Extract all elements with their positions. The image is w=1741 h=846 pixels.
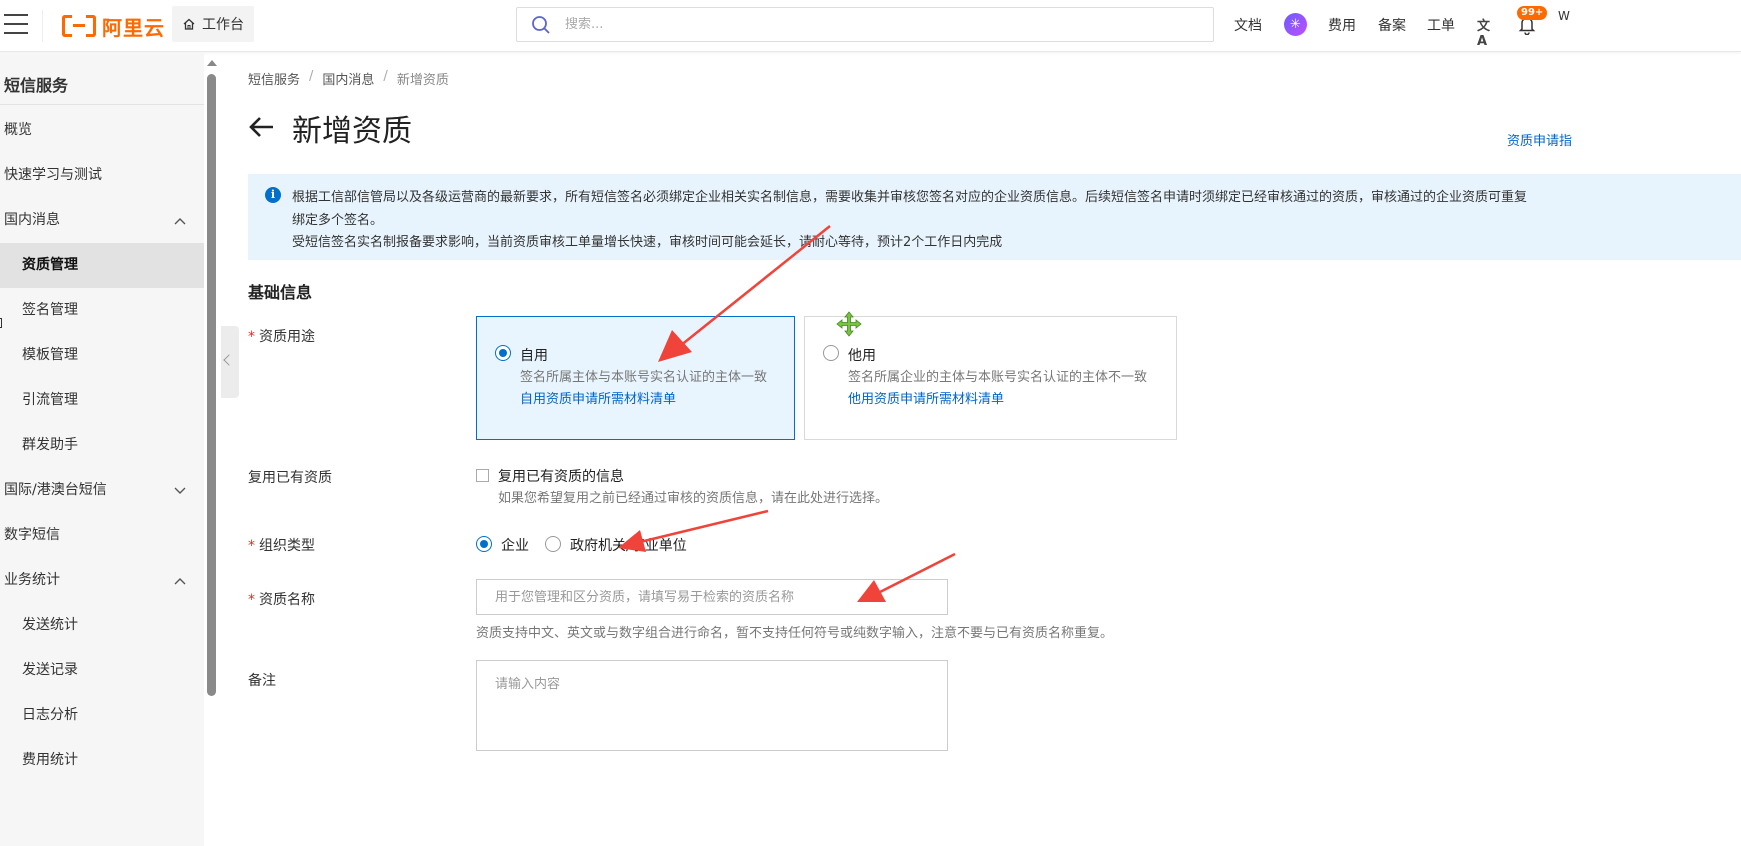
qualification-name-hint: 资质支持中文、英文或与数字组合进行命名，暂不支持任何符号或纯数字输入，注意不要与… [476, 626, 1114, 641]
sidebar-item-quick-start[interactable]: 快速学习与测试 [0, 153, 204, 198]
sidebar-item-bulk-send-assistant[interactable]: 群发助手 [0, 423, 204, 468]
org-type-label: * 组织类型 [248, 538, 315, 554]
nav-ticket-link[interactable]: 工单 [1427, 0, 1455, 50]
back-arrow-icon[interactable] [246, 112, 276, 142]
aliyun-logo-mark-icon [62, 15, 96, 37]
sidebar-item-label: 国内消息 [4, 212, 60, 228]
sidebar: 短信服务 概览 快速学习与测试 国内消息 资质管理 签名管理 模板管理 引流管理… [0, 52, 204, 846]
section-title-basic-info: 基础信息 [248, 283, 313, 302]
sidebar-divider [0, 104, 204, 105]
sidebar-item-label: 国际/港澳台短信 [4, 482, 107, 498]
usage-other-materials-link[interactable]: 他用资质申请所需材料清单 [848, 388, 1004, 407]
sidebar-item-send-records[interactable]: 发送记录 [0, 648, 204, 693]
sidebar-item-traffic-management[interactable]: 引流管理 [0, 378, 204, 423]
remark-textarea[interactable] [476, 660, 948, 751]
qualification-name-label: * 资质名称 [248, 592, 315, 608]
brand-name: 阿里云 [102, 15, 165, 40]
reuse-checkbox[interactable] [476, 469, 489, 482]
sidebar-item-overview[interactable]: 概览 [0, 108, 204, 153]
usage-other-radio[interactable] [823, 345, 839, 361]
sidebar-item-signature-management[interactable]: 签名管理 [0, 288, 204, 333]
workbench-button[interactable]: 工作台 [172, 6, 254, 42]
usage-other-desc: 签名所属企业的主体与本账号实名认证的主体不一致 [848, 370, 1148, 385]
usage-option-self-card[interactable]: 自用 签名所属主体与本账号实名认证的主体一致 自用资质申请所需材料清单 [476, 316, 795, 440]
top-bar: 阿里云 工作台 文档 ✳ 费用 备案 工单 文A 99+ W [0, 0, 1741, 52]
chevron-up-icon [174, 218, 186, 225]
info-icon: i [265, 187, 281, 203]
usage-self-title: 自用 [520, 348, 548, 364]
org-type-government-label[interactable]: 政府机关/事业单位 [570, 535, 687, 555]
search-icon[interactable] [531, 15, 551, 35]
required-asterisk: * [248, 538, 255, 554]
usage-self-materials-link[interactable]: 自用资质申请所需材料清单 [520, 388, 676, 407]
org-type-enterprise-radio[interactable] [476, 536, 492, 552]
hamburger-menu-icon[interactable] [4, 14, 30, 36]
language-translate-icon[interactable]: 文A [1477, 15, 1497, 49]
required-asterisk: * [248, 329, 255, 345]
ai-assistant-icon[interactable]: ✳ [1284, 13, 1307, 36]
nav-filing-link[interactable]: 备案 [1378, 0, 1406, 50]
search-input[interactable] [565, 17, 1165, 32]
qualification-name-input[interactable] [476, 579, 948, 615]
qualification-guide-link[interactable]: 资质申请指 [1507, 130, 1572, 149]
info-notice: i 根据工信部信管局以及各级运营商的最新要求，所有短信签名必须绑定企业相关实名制… [248, 174, 1741, 260]
notice-line-2: 绑定多个签名。 [292, 213, 384, 228]
reuse-hint: 如果您希望复用之前已经通过审核的资质信息，请在此处进行选择。 [498, 491, 889, 506]
sidebar-item-cost-statistics[interactable]: 费用统计 [0, 738, 204, 783]
window-edge-mark [0, 318, 2, 328]
required-asterisk: * [248, 592, 255, 608]
aliyun-logo[interactable]: 阿里云 [62, 13, 165, 40]
sidebar-item-domestic-messages[interactable]: 国内消息 [0, 198, 204, 243]
global-search[interactable] [516, 7, 1214, 42]
workbench-label: 工作台 [202, 17, 244, 33]
chevron-down-icon [174, 487, 186, 494]
org-type-enterprise-label[interactable]: 企业 [501, 535, 529, 555]
user-account-menu[interactable]: W [1558, 9, 1570, 23]
nav-fees-link[interactable]: 费用 [1328, 0, 1356, 50]
breadcrumb-current: 新增资质 [396, 73, 449, 88]
breadcrumb-separator: / [383, 69, 388, 84]
home-icon [183, 18, 195, 30]
move-cursor-icon [836, 311, 862, 337]
reuse-label: 复用已有资质 [248, 470, 332, 486]
usage-label: * 资质用途 [248, 329, 315, 345]
sidebar-scroll-thumb[interactable] [207, 74, 216, 696]
nav-docs-link[interactable]: 文档 [1234, 0, 1262, 50]
usage-other-title: 他用 [848, 348, 876, 364]
sidebar-item-template-management[interactable]: 模板管理 [0, 333, 204, 378]
sidebar-item-log-analysis[interactable]: 日志分析 [0, 693, 204, 738]
sidebar-item-digital-sms[interactable]: 数字短信 [0, 513, 204, 558]
notice-line-3: 受短信签名实名制报备要求影响，当前资质审核工单量增长快速，审核时间可能会延长，请… [292, 235, 1003, 250]
sidebar-title: 短信服务 [4, 76, 69, 95]
sidebar-item-send-statistics[interactable]: 发送统计 [0, 603, 204, 648]
sidebar-item-label: 业务统计 [4, 572, 60, 588]
org-type-government-radio[interactable] [545, 536, 561, 552]
breadcrumb-separator: / [309, 69, 314, 84]
remark-label: 备注 [248, 673, 276, 689]
breadcrumb-domestic-messages[interactable]: 国内消息 [322, 69, 374, 88]
notification-count-badge: 99+ [1517, 6, 1548, 20]
sidebar-item-international[interactable]: 国际/港澳台短信 [0, 468, 204, 513]
chevron-left-icon [223, 354, 235, 366]
notice-line-1: 根据工信部信管局以及各级运营商的最新要求，所有短信签名必须绑定企业相关实名制信息… [292, 190, 1528, 205]
usage-self-desc: 签名所属主体与本账号实名认证的主体一致 [520, 370, 768, 385]
page-title: 新增资质 [292, 114, 412, 149]
chevron-up-icon [174, 578, 186, 585]
sidebar-item-business-statistics[interactable]: 业务统计 [0, 558, 204, 603]
sidebar-collapse-handle[interactable] [221, 326, 239, 398]
breadcrumb-sms-service[interactable]: 短信服务 [248, 69, 300, 88]
header-divider [42, 10, 43, 42]
breadcrumb: 短信服务 / 国内消息 / 新增资质 [248, 69, 449, 88]
usage-self-radio[interactable] [495, 345, 511, 361]
reuse-checkbox-label[interactable]: 复用已有资质的信息 [498, 466, 624, 486]
sidebar-item-qualification-management[interactable]: 资质管理 [0, 243, 204, 288]
scroll-up-arrow-icon[interactable] [207, 60, 217, 66]
